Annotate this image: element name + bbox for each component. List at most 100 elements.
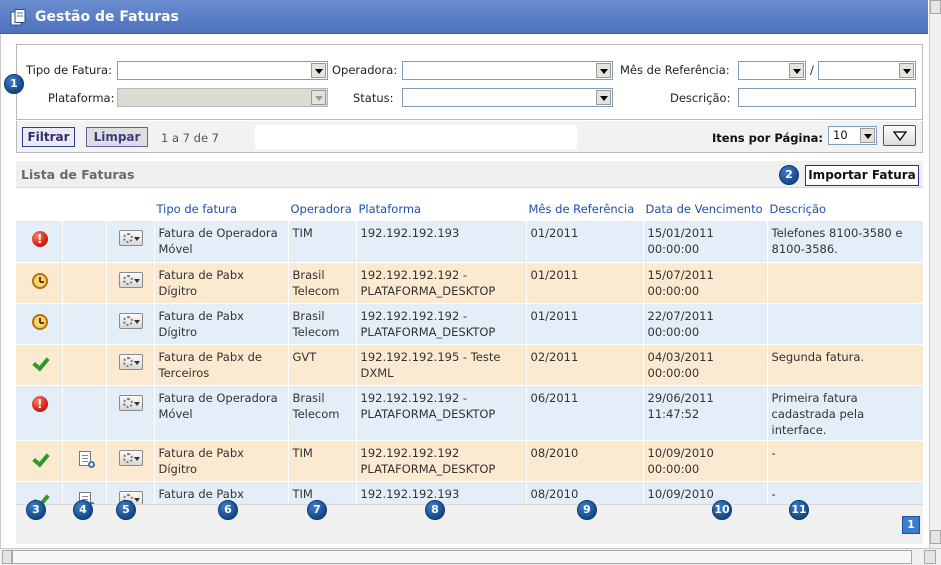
chevron-down-icon bbox=[311, 90, 326, 105]
status-column-header bbox=[16, 197, 63, 221]
scroll-thumb[interactable] bbox=[12, 550, 912, 564]
annotation-badge-5: 5 bbox=[116, 500, 136, 520]
platform-label: Plataforma: bbox=[48, 91, 115, 105]
table-row[interactable]: Fatura de Pabx Dígitro TIM 192.192.192.192… bbox=[16, 440, 924, 482]
document-cell bbox=[62, 262, 107, 304]
items-per-page-value: 10 bbox=[833, 128, 848, 142]
page-1-button[interactable]: 1 bbox=[902, 516, 920, 534]
column-header-operator[interactable]: Operadora bbox=[288, 197, 357, 221]
table-row[interactable]: Fatura de Pabx Dígitro Brasil Telecom 192.… bbox=[16, 262, 924, 304]
reference-month-select[interactable] bbox=[738, 61, 806, 80]
chevron-down-icon bbox=[789, 63, 804, 78]
collapse-filters-button[interactable] bbox=[883, 125, 916, 146]
status-cell bbox=[16, 262, 63, 304]
items-per-page-select[interactable]: 10 bbox=[828, 126, 877, 145]
toolbar-spacer bbox=[255, 125, 577, 149]
operator-cell: TIM bbox=[288, 440, 357, 482]
chevron-down-icon bbox=[860, 128, 875, 143]
operator-label: Operadora: bbox=[332, 63, 398, 77]
due-date-cell: 04/03/2011 00:00:00 bbox=[643, 344, 768, 386]
status-cell bbox=[16, 221, 63, 263]
annotation-badge-2: 2 bbox=[779, 165, 799, 185]
description-cell: Telefones 8100-3580 e 8100-3586. bbox=[767, 221, 924, 263]
reference-month-cell: 01/2011 bbox=[526, 262, 644, 304]
reference-month-cell: 08/2010 bbox=[526, 440, 644, 482]
due-date-cell: 22/07/2011 00:00:00 bbox=[643, 303, 768, 345]
annotation-badge-3: 3 bbox=[26, 500, 46, 520]
vertical-scrollbar[interactable] bbox=[929, 0, 941, 548]
import-invoice-button[interactable]: Importar Fatura bbox=[805, 165, 919, 186]
reference-month-cell: 01/2011 bbox=[526, 221, 644, 263]
list-title: Lista de Faturas bbox=[21, 167, 135, 182]
invoice-type-cell: Fatura de Pabx Dígitro bbox=[154, 440, 289, 482]
chevron-down-icon bbox=[596, 63, 611, 78]
operator-select[interactable] bbox=[402, 61, 613, 80]
due-date-cell: 10/09/2010 00:00:00 bbox=[643, 440, 768, 482]
column-header-platform[interactable]: Plataforma bbox=[356, 197, 527, 221]
column-header-reference-month[interactable]: Mês de Referência bbox=[526, 197, 644, 221]
reference-month-cell: 06/2011 bbox=[526, 385, 644, 441]
table-row[interactable]: Fatura de Operadora MóvelTIM192.192.192.… bbox=[16, 221, 924, 263]
checkmark-icon bbox=[31, 451, 49, 467]
gear-menu-icon[interactable] bbox=[119, 394, 143, 411]
scroll-up-button[interactable] bbox=[930, 0, 941, 14]
status-cell bbox=[16, 440, 63, 482]
actions-cell bbox=[106, 262, 155, 304]
document-cell bbox=[62, 303, 107, 345]
annotation-badge-7: 7 bbox=[307, 500, 327, 520]
scroll-left-button[interactable] bbox=[2, 550, 12, 564]
chevron-down-icon bbox=[311, 63, 326, 78]
description-label: Descrição: bbox=[670, 91, 731, 105]
table-row[interactable]: Fatura de Pabx Dígitro Brasil Telecom 192.… bbox=[16, 303, 924, 345]
table-header-row: Tipo de fatura Operadora Plataforma Mês … bbox=[16, 197, 924, 221]
column-header-invoice-type[interactable]: Tipo de fatura bbox=[154, 197, 289, 221]
platform-cell: 192.192.192.193 bbox=[356, 221, 527, 263]
title-bar: Gestão de Faturas bbox=[0, 0, 928, 34]
filter-panel bbox=[16, 44, 923, 120]
scroll-right-button[interactable] bbox=[924, 550, 936, 564]
gear-menu-icon[interactable] bbox=[119, 230, 143, 246]
invoice-type-cell: Fatura de Operadora Móvel bbox=[154, 221, 289, 263]
horizontal-scrollbar[interactable] bbox=[0, 548, 941, 565]
column-header-description[interactable]: Descrição bbox=[767, 197, 924, 221]
clear-button[interactable]: Limpar bbox=[86, 127, 148, 147]
due-date-cell: 15/01/2011 00:00:00 bbox=[643, 221, 768, 263]
platform-select[interactable] bbox=[117, 88, 328, 107]
status-cell bbox=[16, 303, 63, 345]
status-cell bbox=[16, 385, 63, 441]
invoice-type-cell: Fatura de Pabx Dígitro bbox=[154, 262, 289, 304]
scroll-down-button[interactable] bbox=[930, 530, 941, 544]
annotation-badge-4: 4 bbox=[73, 500, 93, 520]
description-input[interactable] bbox=[738, 88, 916, 107]
gear-menu-icon[interactable] bbox=[119, 353, 143, 370]
document-cell bbox=[62, 385, 107, 441]
reference-month-label: Mês de Referência: bbox=[620, 63, 730, 77]
month-year-separator: / bbox=[810, 63, 814, 77]
reference-month-cell: 02/2011 bbox=[526, 344, 644, 386]
table-row[interactable]: Fatura de Pabx de Terceiros GVT 192.192.19… bbox=[16, 344, 924, 386]
actions-cell bbox=[106, 221, 155, 263]
view-document-icon[interactable] bbox=[79, 450, 95, 468]
actions-column-header bbox=[106, 197, 155, 221]
filter-button[interactable]: Filtrar bbox=[22, 127, 75, 147]
column-header-due-date[interactable]: Data de Vencimento bbox=[643, 197, 768, 221]
description-cell: Segunda fatura. bbox=[767, 344, 924, 386]
documents-icon bbox=[10, 9, 26, 26]
platform-cell: 192.192.192.192 - PLATAFORMA_DESKTOP bbox=[356, 262, 527, 304]
status-select[interactable] bbox=[402, 88, 613, 107]
annotation-badge-8: 8 bbox=[425, 500, 445, 520]
invoice-type-label: Tipo de Fatura: bbox=[26, 63, 112, 77]
due-date-cell: 15/07/2011 00:00:00 bbox=[643, 262, 768, 304]
gear-menu-icon[interactable] bbox=[119, 271, 143, 288]
operator-cell: TIM bbox=[288, 221, 357, 263]
status-label: Status: bbox=[353, 91, 394, 105]
table-row[interactable]: Fatura de Operadora MóvelBrasil Telecom1… bbox=[16, 385, 924, 441]
invoice-type-select[interactable] bbox=[117, 61, 328, 80]
platform-cell: 192.192.192.192 PLATAFORMA_DESKTOP bbox=[356, 440, 527, 482]
reference-year-select[interactable] bbox=[818, 61, 916, 80]
table-footer bbox=[16, 504, 923, 544]
document-column-header bbox=[62, 197, 107, 221]
annotation-badge-9: 9 bbox=[577, 500, 597, 520]
gear-menu-icon[interactable] bbox=[119, 449, 143, 466]
gear-menu-icon[interactable] bbox=[119, 312, 143, 329]
